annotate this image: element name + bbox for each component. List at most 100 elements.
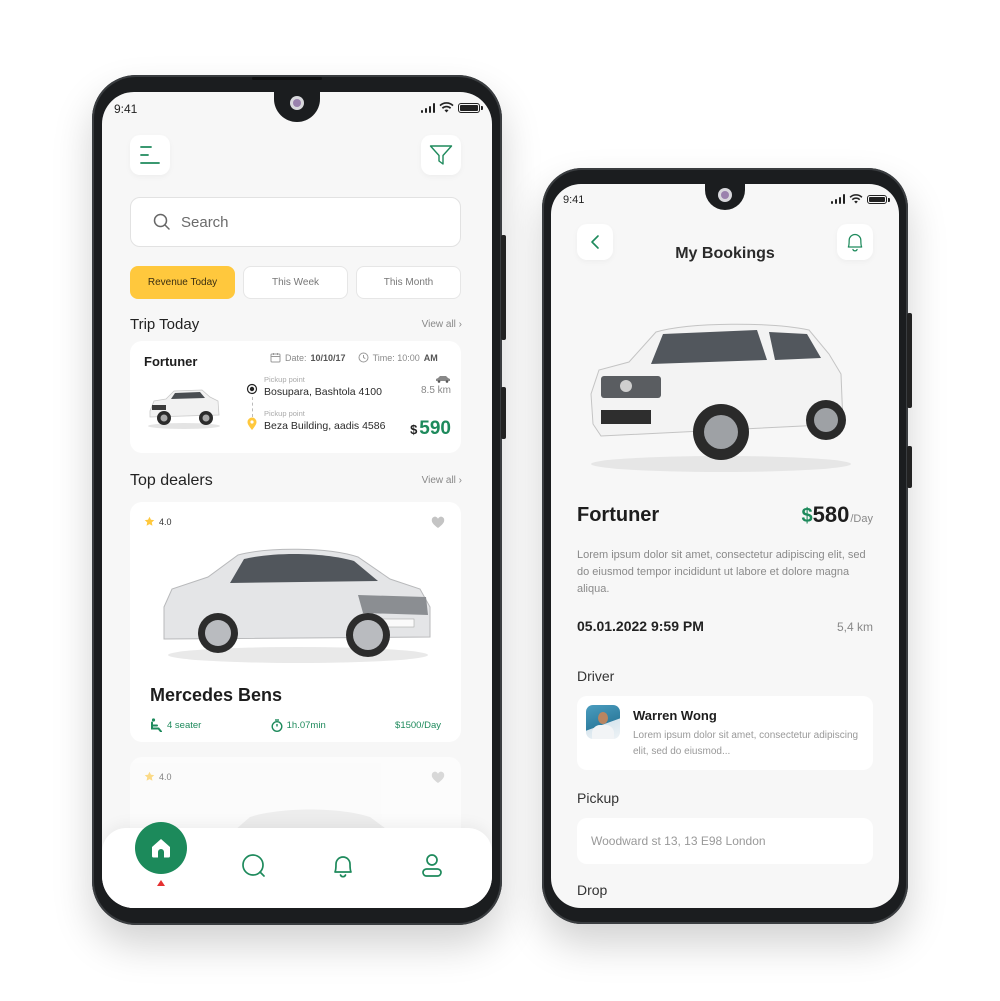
dropoff-label: Pickup point (264, 409, 305, 418)
heart-icon[interactable] (431, 516, 445, 529)
price-period: /Day (850, 513, 873, 525)
trip-card[interactable]: Fortuner Date: 10/10/17 Time: 10:00 AM P… (130, 341, 461, 453)
duration-value: 1h.07min (286, 719, 326, 731)
notifications-button[interactable] (837, 224, 873, 260)
price-amount: 580 (812, 502, 850, 527)
volume-button (907, 313, 912, 408)
status-time: 9:41 (114, 102, 138, 116)
active-indicator (157, 880, 165, 886)
map-pin-icon (247, 417, 257, 430)
trip-time: Time: 10:00 AM (358, 352, 438, 363)
trip-date-label: Date: (285, 352, 307, 363)
star-icon (144, 771, 155, 781)
nav-profile[interactable] (418, 852, 446, 880)
trip-car-name: Fortuner (144, 354, 198, 369)
trip-date-value: 10/10/17 (310, 352, 346, 363)
bell-icon (847, 233, 863, 252)
wifi-icon (439, 102, 454, 113)
clock-icon (358, 352, 369, 363)
fortuner-thumbnail (148, 389, 220, 429)
top-dealers-view-all-link[interactable]: View all › (422, 475, 462, 486)
signal-icon (830, 194, 845, 204)
battery-icon (867, 194, 890, 204)
mercedes-car-image (163, 548, 431, 663)
status-icons (420, 102, 483, 113)
fortuner-car-image (590, 323, 851, 472)
speaker-grille (252, 77, 322, 80)
signal-icon (420, 102, 435, 113)
search-icon (153, 213, 170, 230)
booking-distance: 5,4 km (836, 620, 873, 634)
period-tabs: Revenue Today This Week This Month (130, 266, 461, 299)
heart-icon[interactable] (431, 771, 445, 784)
tab-revenue-today[interactable]: Revenue Today (130, 266, 235, 299)
menu-button[interactable] (130, 135, 170, 175)
seats-stat: 4 seater (150, 718, 201, 732)
front-camera (718, 188, 732, 202)
pickup-section-label: Pickup (577, 790, 620, 806)
dealer-stats: 4 seater 1h.07min $1500/Day (150, 718, 441, 732)
pickup-address-field[interactable] (577, 818, 873, 864)
driver-description: Lorem ipsum dolor sit amet, consectetur … (633, 730, 859, 757)
driver-card[interactable]: Warren Wong Lorem ipsum dolor sit amet, … (577, 696, 873, 770)
bottom-nav (102, 822, 492, 908)
screen: 9:41 Revenue Today This Week This Month … (102, 92, 492, 908)
nav-notifications[interactable] (329, 852, 357, 880)
home-icon (152, 839, 170, 858)
power-button (907, 446, 912, 488)
pickup-location-icon (246, 383, 258, 395)
phone-home-screen: 9:41 Revenue Today This Week This Month … (92, 75, 506, 925)
search-box[interactable] (130, 197, 461, 247)
dealer-car-name: Mercedes Bens (150, 685, 283, 705)
tab-this-week[interactable]: This Week (243, 266, 348, 299)
status-time: 9:41 (563, 194, 585, 206)
price-per-day: $1500/Day (395, 719, 441, 731)
rating-value: 4.0 (159, 516, 172, 527)
dealer-card[interactable]: 4.0 Mercedes Bens 4 seater 1h.07min $150… (130, 502, 461, 742)
front-camera (290, 96, 304, 110)
trip-time-label: Time: 10:00 (372, 352, 420, 363)
seats-value: 4 seater (167, 719, 202, 731)
trip-distance-value: 8.5 km (420, 385, 451, 396)
timer-icon (271, 718, 283, 732)
trip-price-amount: 590 (419, 418, 451, 439)
status-icons (830, 194, 890, 204)
nav-search[interactable] (240, 852, 268, 880)
menu-icon (140, 146, 160, 164)
driver-name: Warren Wong (633, 708, 717, 723)
phone-booking-screen: 9:41 My Bookings Fortuner $ 580 /Day Lor… (542, 168, 912, 924)
seat-icon (151, 718, 162, 732)
rating-value: 4.0 (159, 771, 172, 782)
wifi-icon (849, 194, 863, 204)
trip-price-currency: $ (410, 422, 418, 437)
car-name: Fortuner (577, 504, 660, 526)
booking-datetime: 05.01.2022 9:59 PM (577, 618, 704, 634)
car-description: Lorem ipsum dolor sit amet, consectetur … (577, 549, 866, 595)
filter-button[interactable] (421, 135, 461, 175)
trip-time-suffix: AM (423, 352, 438, 363)
user-icon (422, 854, 442, 877)
nav-home[interactable] (135, 822, 187, 874)
star-icon (144, 516, 155, 526)
trip-date: Date: 10/10/17 (270, 352, 346, 363)
bell-icon (334, 856, 352, 878)
rating: 4.0 (144, 771, 172, 782)
trip-meta: Date: 10/10/17 Time: 10:00 AM (270, 352, 438, 363)
search-input[interactable] (181, 213, 421, 231)
power-button (501, 387, 506, 439)
trip-distance: 8.5 km (421, 375, 451, 396)
volume-button (501, 235, 506, 340)
duration-stat: 1h.07min (271, 718, 326, 732)
drop-section-label: Drop (577, 882, 608, 898)
car-price: $ 580 /Day (802, 502, 873, 528)
trip-today-title: Trip Today (130, 316, 200, 333)
filter-icon (429, 145, 453, 165)
battery-icon (458, 102, 483, 113)
screen: 9:41 My Bookings Fortuner $ 580 /Day Lor… (551, 184, 899, 908)
search-icon (242, 854, 265, 877)
trip-today-view-all-link[interactable]: View all › (422, 319, 462, 330)
driver-section-label: Driver (577, 668, 615, 684)
top-dealers-title: Top dealers (130, 472, 213, 489)
driver-avatar (586, 705, 620, 739)
tab-this-month[interactable]: This Month (356, 266, 461, 299)
